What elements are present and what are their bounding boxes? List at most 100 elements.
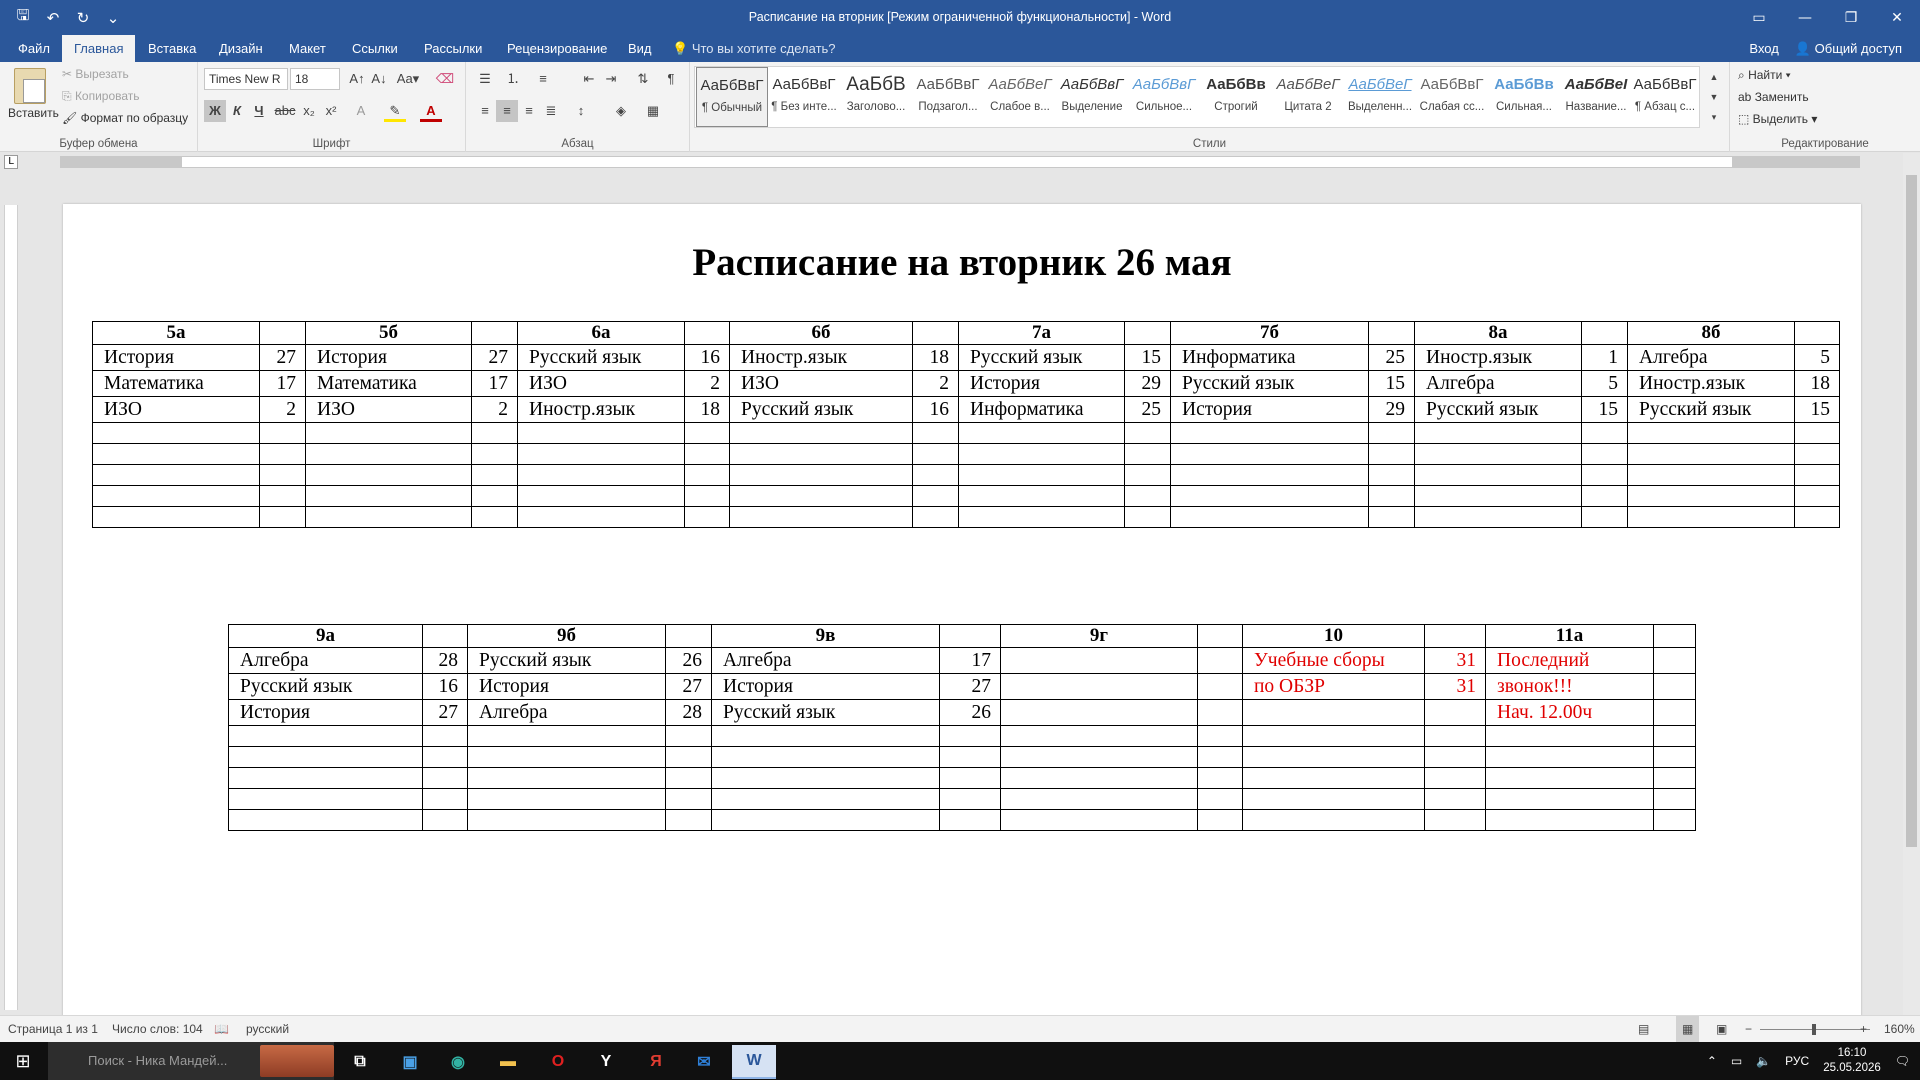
chevron-up-icon[interactable]: ⌃ <box>1707 1054 1717 1068</box>
empty-cell[interactable] <box>1627 443 1795 465</box>
class-header[interactable]: 7б <box>1170 321 1369 345</box>
class-header[interactable]: 9в <box>711 624 940 648</box>
empty-cell[interactable] <box>1000 746 1198 768</box>
empty-cell[interactable] <box>92 422 260 444</box>
empty-cell[interactable] <box>1794 422 1840 444</box>
room-cell[interactable]: 18 <box>684 396 730 423</box>
empty-cell[interactable] <box>729 485 913 507</box>
style-subtle-emphasis[interactable]: АаБбВеГ Слабое в... <box>984 67 1056 127</box>
tab-file[interactable]: Файл <box>6 35 62 62</box>
room-cell[interactable]: 17 <box>471 370 518 397</box>
class-header[interactable] <box>1424 624 1486 648</box>
bullets-icon[interactable]: ☰ <box>474 68 496 90</box>
subject-cell[interactable]: Алгебра <box>711 647 940 674</box>
style-emphasis[interactable]: АаБбВвГ Выделение <box>1056 67 1128 127</box>
subject-cell[interactable]: ИЗО <box>305 396 472 423</box>
room-cell[interactable]: 27 <box>259 344 306 371</box>
empty-cell[interactable] <box>517 464 685 486</box>
empty-cell[interactable] <box>228 788 423 810</box>
empty-cell[interactable] <box>958 485 1125 507</box>
empty-cell[interactable] <box>665 725 712 747</box>
empty-cell[interactable] <box>1485 725 1654 747</box>
style-subtle-reference[interactable]: АаБбВвГ Слабая сс... <box>1416 67 1488 127</box>
empty-cell[interactable] <box>305 506 472 528</box>
zoom-slider-knob[interactable] <box>1812 1024 1816 1035</box>
room-cell[interactable]: 31 <box>1424 673 1486 700</box>
empty-cell[interactable] <box>1414 422 1582 444</box>
horizontal-ruler[interactable]: L <box>0 153 1920 171</box>
subject-cell[interactable]: История <box>92 344 260 371</box>
room-cell[interactable]: 1 <box>1581 344 1628 371</box>
empty-cell[interactable] <box>1581 485 1628 507</box>
empty-cell[interactable] <box>422 767 468 789</box>
shrink-font-icon[interactable]: A↓ <box>368 68 390 90</box>
empty-cell[interactable] <box>711 788 940 810</box>
empty-cell[interactable] <box>1124 443 1171 465</box>
scrollbar-thumb[interactable] <box>1906 175 1917 847</box>
word-app-icon[interactable]: W <box>732 1045 776 1079</box>
empty-cell[interactable] <box>305 443 472 465</box>
empty-cell[interactable] <box>1627 464 1795 486</box>
empty-cell[interactable] <box>1581 422 1628 444</box>
tell-me-box[interactable]: 💡 Что вы хотите сделать? <box>672 35 836 62</box>
empty-cell[interactable] <box>912 506 959 528</box>
empty-cell[interactable] <box>1242 767 1425 789</box>
vertical-scrollbar[interactable] <box>1903 153 1920 1015</box>
subject-cell[interactable]: История <box>958 370 1125 397</box>
empty-cell[interactable] <box>517 506 685 528</box>
schedule-table-2[interactable]: 9а 9б 9в 9г 10 11а Алгебра 28 Русский язык 26 Алг… <box>228 624 1696 831</box>
empty-cell[interactable] <box>1424 788 1486 810</box>
empty-cell[interactable] <box>665 788 712 810</box>
subject-cell[interactable]: Математика <box>92 370 260 397</box>
class-header[interactable] <box>259 321 306 345</box>
empty-cell[interactable] <box>939 746 1001 768</box>
minimize-button[interactable]: — <box>1782 0 1828 35</box>
room-cell[interactable] <box>1197 673 1243 700</box>
empty-cell[interactable] <box>1414 506 1582 528</box>
justify-icon[interactable]: ≣ <box>540 100 562 122</box>
subject-cell[interactable]: История <box>711 673 940 700</box>
taskbar-search-box[interactable]: Поиск - Ника Мандей... <box>48 1042 334 1080</box>
empty-cell[interactable] <box>305 485 472 507</box>
font-size-dropdown[interactable]: 18 <box>290 68 340 90</box>
class-header[interactable] <box>422 624 468 648</box>
empty-cell[interactable] <box>228 725 423 747</box>
zoom-level[interactable]: 160% <box>1884 1016 1915 1042</box>
empty-cell[interactable] <box>729 422 913 444</box>
empty-cell[interactable] <box>958 506 1125 528</box>
room-cell[interactable]: 29 <box>1124 370 1171 397</box>
document-page[interactable]: Расписание на вторник 26 мая 5а 5б 6а 6б 7а 7… <box>63 204 1861 1024</box>
empty-cell[interactable] <box>1627 485 1795 507</box>
empty-cell[interactable] <box>1368 506 1415 528</box>
empty-cell[interactable] <box>939 788 1001 810</box>
find-button[interactable]: ⌕ Найти ▾ <box>1738 64 1791 86</box>
class-header[interactable] <box>939 624 1001 648</box>
subject-cell[interactable]: Русский язык <box>467 647 666 674</box>
font-name-dropdown[interactable]: Times New R <box>204 68 288 90</box>
room-cell[interactable]: 28 <box>665 699 712 726</box>
room-cell[interactable]: 25 <box>1368 344 1415 371</box>
subject-cell[interactable]: Русский язык <box>228 673 423 700</box>
room-cell[interactable]: 17 <box>259 370 306 397</box>
subject-cell[interactable]: Иностр.язык <box>517 396 685 423</box>
empty-cell[interactable] <box>1197 767 1243 789</box>
line-spacing-icon[interactable]: ↕ <box>570 100 592 122</box>
empty-cell[interactable] <box>939 725 1001 747</box>
subject-cell[interactable]: Последний <box>1485 647 1654 674</box>
subject-cell[interactable]: Алгебра <box>228 647 423 674</box>
empty-cell[interactable] <box>912 485 959 507</box>
empty-cell[interactable] <box>1124 422 1171 444</box>
empty-cell[interactable] <box>467 809 666 831</box>
zoom-out-icon[interactable]: − <box>1745 1016 1752 1042</box>
cut-button[interactable]: ✂ Вырезать <box>62 64 129 84</box>
empty-cell[interactable] <box>939 767 1001 789</box>
empty-cell[interactable] <box>259 485 306 507</box>
empty-cell[interactable] <box>1581 443 1628 465</box>
language-indicator[interactable]: русский <box>246 1016 289 1042</box>
text-effects-icon[interactable]: A <box>350 100 372 122</box>
room-cell[interactable]: 26 <box>665 647 712 674</box>
empty-cell[interactable] <box>92 443 260 465</box>
empty-cell[interactable] <box>1170 506 1369 528</box>
room-cell[interactable]: 27 <box>665 673 712 700</box>
empty-cell[interactable] <box>1000 809 1198 831</box>
